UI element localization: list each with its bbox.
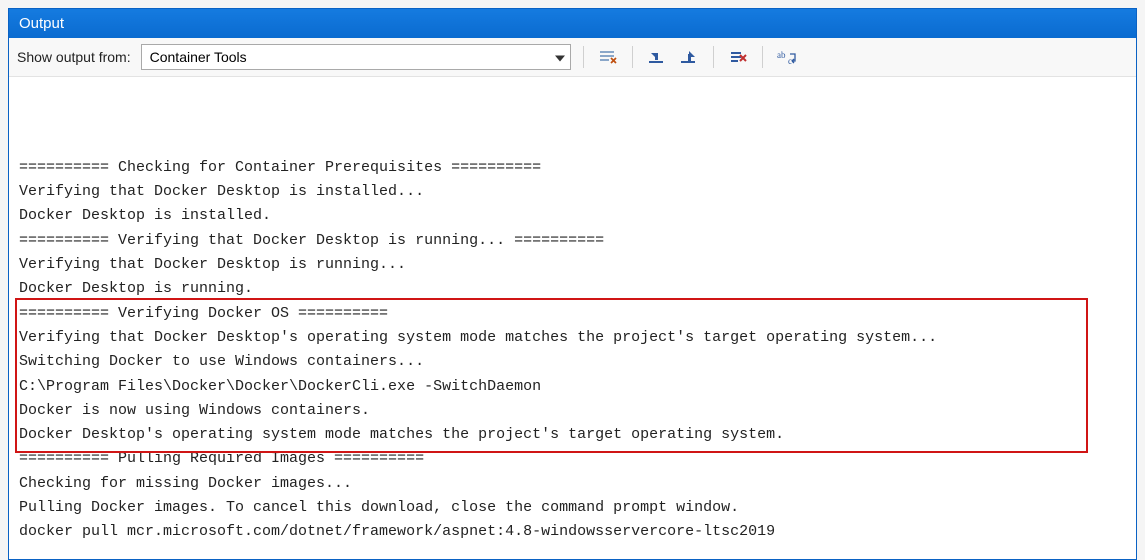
clear-all-button[interactable] <box>726 46 750 68</box>
find-message-button[interactable] <box>596 46 620 68</box>
output-line: ========== Verifying that Docker Desktop… <box>19 229 1126 253</box>
output-text-area[interactable]: ========== Checking for Container Prereq… <box>9 77 1136 559</box>
panel-title-text: Output <box>19 15 64 32</box>
output-line: Docker is now using Windows containers. <box>19 399 1126 423</box>
output-line: Checking for missing Docker images... <box>19 472 1126 496</box>
output-toolbar: Show output from: <box>9 38 1136 77</box>
output-line: Verifying that Docker Desktop's operatin… <box>19 326 1126 350</box>
toolbar-separator <box>762 46 763 68</box>
output-line: ========== Checking for Container Prereq… <box>19 156 1126 180</box>
toolbar-separator <box>713 46 714 68</box>
output-line: Verifying that Docker Desktop is running… <box>19 253 1126 277</box>
output-line: Verifying that Docker Desktop is install… <box>19 180 1126 204</box>
output-line: docker pull mcr.microsoft.com/dotnet/fra… <box>19 520 1126 544</box>
output-line: Switching Docker to use Windows containe… <box>19 350 1126 374</box>
next-message-button[interactable] <box>677 46 701 68</box>
toggle-word-wrap-button[interactable]: ab c <box>775 46 799 68</box>
source-label: Show output from: <box>17 49 131 65</box>
toolbar-separator <box>632 46 633 68</box>
output-line: Docker Desktop's operating system mode m… <box>19 423 1126 447</box>
output-line: Pulling Docker images. To cancel this do… <box>19 496 1126 520</box>
prev-message-button[interactable] <box>645 46 669 68</box>
output-source-input[interactable] <box>141 44 571 70</box>
output-line: C:\Program Files\Docker\Docker\DockerCli… <box>19 375 1126 399</box>
output-line: ========== Verifying Docker OS =========… <box>19 302 1126 326</box>
output-source-combo[interactable] <box>141 44 571 70</box>
svg-text:ab: ab <box>777 50 786 60</box>
output-line: Docker Desktop is running. <box>19 277 1126 301</box>
output-line: ========== Pulling Required Images =====… <box>19 447 1126 471</box>
output-panel: Output Show output from: <box>8 8 1137 560</box>
panel-title: Output <box>9 9 1136 38</box>
toolbar-separator <box>583 46 584 68</box>
svg-text:c: c <box>788 56 792 65</box>
output-line: Docker Desktop is installed. <box>19 204 1126 228</box>
